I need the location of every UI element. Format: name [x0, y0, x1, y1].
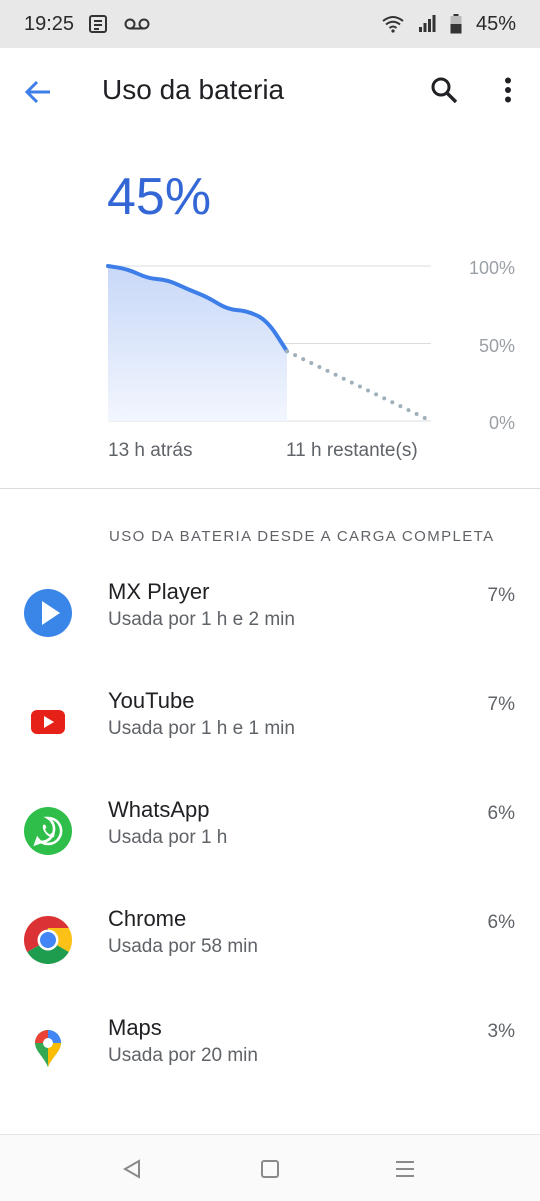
app-percent: 7%: [487, 694, 515, 715]
chrome-icon: [24, 916, 72, 964]
app-row-youtube[interactable]: YouTube Usada por 1 h e 1 min 7%: [0, 688, 540, 798]
app-percent: 6%: [487, 912, 515, 933]
section-heading: USO DA BATERIA DESDE A CARGA COMPLETA: [109, 528, 495, 545]
app-name: WhatsApp: [108, 797, 210, 822]
y-tick-label: 0%: [488, 413, 515, 433]
nav-back-icon[interactable]: [118, 1155, 146, 1183]
app-row-chrome[interactable]: Chrome Usada por 58 min 6%: [0, 906, 540, 1016]
chart-projection-line: [285, 349, 433, 423]
app-percent: 7%: [487, 585, 515, 606]
app-usage: Usada por 20 min: [108, 1045, 258, 1066]
youtube-icon: [24, 698, 72, 746]
y-tick-label: 50%: [478, 336, 515, 356]
app-name: Maps: [108, 1015, 162, 1040]
mx-player-icon: [24, 589, 72, 637]
app-usage: Usada por 58 min: [108, 936, 258, 957]
app-row-whatsapp[interactable]: WhatsApp Usada por 1 h 6%: [0, 797, 540, 907]
x-label-end: 11 h restante(s): [286, 440, 418, 461]
app-percent: 6%: [487, 803, 515, 824]
whatsapp-icon: [24, 807, 72, 855]
app-name: YouTube: [108, 688, 195, 713]
navigation-bar: [0, 1134, 540, 1201]
nav-recents-icon[interactable]: [391, 1155, 419, 1183]
divider: [0, 488, 540, 489]
x-label-start: 13 h atrás: [108, 440, 193, 461]
nav-home-icon[interactable]: [256, 1155, 284, 1183]
app-percent: 3%: [487, 1021, 515, 1042]
app-name: MX Player: [108, 579, 210, 604]
maps-icon: [24, 1025, 72, 1073]
app-usage: Usada por 1 h e 2 min: [108, 609, 295, 630]
app-usage: Usada por 1 h e 1 min: [108, 718, 295, 739]
app-row-mx-player[interactable]: MX Player Usada por 1 h e 2 min 7%: [0, 579, 540, 689]
chart-area-fill: [108, 266, 287, 421]
battery-chart: [106, 264, 433, 423]
y-tick-label: 100%: [468, 258, 515, 278]
app-row-maps[interactable]: Maps Usada por 20 min 3%: [0, 1015, 540, 1125]
app-name: Chrome: [108, 906, 187, 931]
app-usage: Usada por 1 h: [108, 827, 228, 848]
